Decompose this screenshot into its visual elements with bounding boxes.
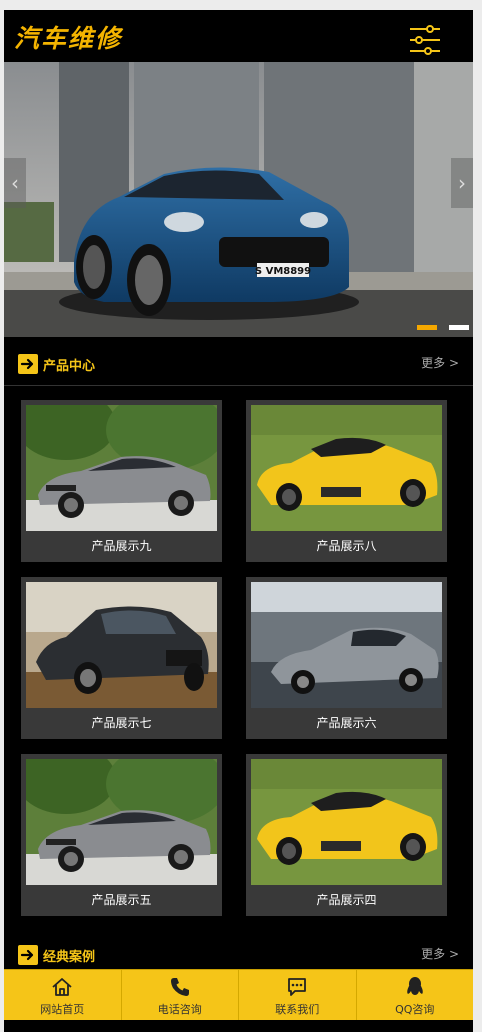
nav-label: 网站首页 [40, 1003, 85, 1016]
products-section-header: 产品中心 更多 > [4, 338, 473, 386]
product-card[interactable]: 产品展示四 [246, 754, 447, 916]
product-card[interactable]: 产品展示八 [246, 400, 447, 562]
site-header: 汽车维修 [4, 10, 473, 62]
product-image [26, 582, 217, 708]
slider-dot-1[interactable] [417, 325, 437, 330]
qq-icon [404, 976, 426, 998]
products-more-link[interactable]: 更多 > [421, 354, 459, 371]
nav-item-phone[interactable]: 电话咨询 [122, 970, 239, 1020]
site-logo[interactable]: 汽车维修 [14, 19, 122, 55]
slider-dot-2[interactable] [449, 325, 469, 330]
nav-label: 电话咨询 [157, 1003, 202, 1016]
product-image [26, 759, 217, 885]
product-label: 产品展示九 [91, 539, 152, 553]
nav-item-qq[interactable]: QQ咨询 [357, 970, 474, 1020]
divider [4, 385, 473, 386]
arrow-right-icon [18, 945, 38, 965]
product-card[interactable]: 产品展示五 [21, 754, 222, 916]
product-label: 产品展示六 [316, 716, 377, 730]
product-label: 产品展示五 [91, 893, 152, 907]
app-frame: 汽车维修 S VM8899 ‹ › 产品中心 更多 > 产品展示九 产品展示八 … [4, 10, 473, 1032]
cases-more-link[interactable]: 更多 > [421, 945, 459, 962]
arrow-right-icon [18, 354, 38, 374]
product-image [26, 405, 217, 531]
product-card[interactable]: 产品展示六 [246, 577, 447, 739]
sliders-icon[interactable] [408, 24, 442, 56]
product-image [251, 759, 442, 885]
slider-dots [417, 325, 469, 330]
chevron-right-icon[interactable]: › [451, 158, 473, 208]
banner-image: S VM8899 [4, 62, 473, 337]
nav-item-home[interactable]: 网站首页 [4, 970, 122, 1020]
nav-label: QQ咨询 [395, 1003, 435, 1016]
products-title: 产品中心 [43, 359, 96, 374]
product-label: 产品展示四 [316, 893, 377, 907]
hero-banner[interactable]: S VM8899 ‹ › [4, 62, 473, 337]
chat-icon [286, 976, 308, 998]
bottom-nav: 网站首页 电话咨询 联系我们 QQ咨询 [4, 969, 473, 1020]
nav-label: 联系我们 [275, 1003, 320, 1016]
product-label: 产品展示八 [316, 539, 377, 553]
license-plate: S VM8899 [255, 266, 311, 277]
product-label: 产品展示七 [91, 716, 152, 730]
home-icon [51, 976, 73, 998]
product-card[interactable]: 产品展示九 [21, 400, 222, 562]
cases-title: 经典案例 [43, 950, 96, 965]
product-image [251, 582, 442, 708]
nav-item-contact[interactable]: 联系我们 [239, 970, 357, 1020]
phone-icon [169, 976, 191, 998]
product-image [251, 405, 442, 531]
chevron-left-icon[interactable]: ‹ [4, 158, 26, 208]
product-card[interactable]: 产品展示七 [21, 577, 222, 739]
